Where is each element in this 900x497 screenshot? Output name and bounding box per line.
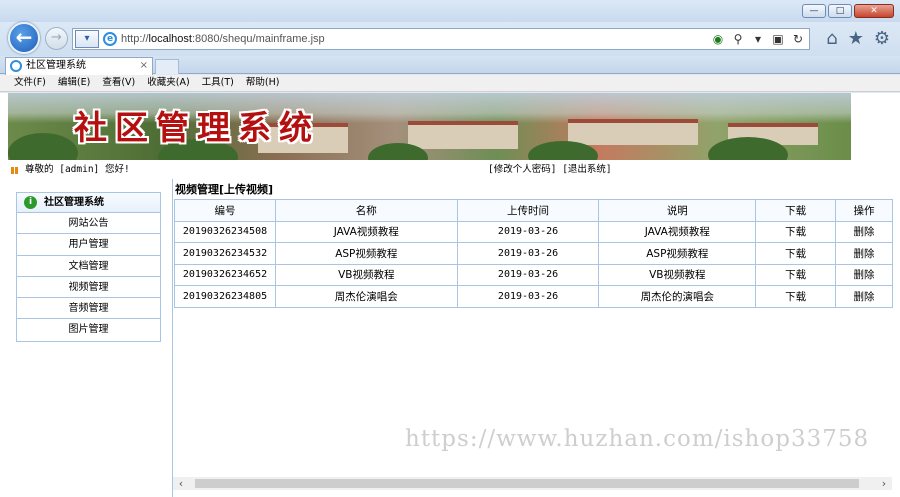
- user-info-bar: 尊敬的 [admin] 您好! [修改个人密码] [退出系统]: [8, 163, 851, 177]
- cell-id: 20190326234652: [174, 263, 276, 286]
- cell-description: JAVA视频教程: [598, 220, 757, 243]
- col-header-name: 名称: [274, 199, 458, 222]
- table-row: 20190326234805 周杰伦演唱会 2019-03-26 周杰伦的演唱会…: [174, 285, 893, 308]
- back-button[interactable]: ←: [8, 22, 40, 54]
- tab-close-icon[interactable]: ×: [140, 58, 148, 74]
- change-password-link[interactable]: [修改个人密码]: [488, 164, 556, 175]
- menu-view[interactable]: 查看(V): [102, 75, 135, 91]
- menu-favorites[interactable]: 收藏夹(A): [147, 75, 189, 91]
- logout-link[interactable]: [退出系统]: [562, 164, 611, 175]
- cell-upload-time: 2019-03-26: [456, 285, 600, 308]
- close-window-button[interactable]: ✕: [854, 4, 894, 18]
- cell-name: 周杰伦演唱会: [274, 285, 458, 308]
- page-title: 视频管理[上传视频]: [175, 183, 274, 196]
- scroll-right-icon[interactable]: ›: [876, 477, 892, 490]
- cell-name: VB视频教程: [274, 263, 458, 286]
- delete-link[interactable]: 删除: [835, 285, 893, 308]
- banner-building: [408, 121, 518, 149]
- sidebar-item-images[interactable]: 图片管理: [17, 319, 160, 340]
- cell-upload-time: 2019-03-26: [456, 242, 600, 265]
- sidebar-header: i 社区管理系统: [17, 193, 160, 213]
- banner-image: 社区管理系统: [8, 93, 851, 160]
- cell-name: ASP视频教程: [274, 242, 458, 265]
- welcome-text: 尊敬的 [admin] 您好!: [25, 164, 130, 175]
- window-controls: — □ ✕: [802, 4, 894, 18]
- banner-title: 社区管理系统: [74, 108, 320, 147]
- sidebar-header-label: 社区管理系统: [44, 197, 104, 208]
- cell-id: 20190326234805: [174, 285, 276, 308]
- menu-bar: 文件(F) 编辑(E) 查看(V) 收藏夹(A) 工具(T) 帮助(H): [0, 75, 900, 92]
- sidebar-item-videos[interactable]: 视频管理: [17, 277, 160, 299]
- cell-description: VB视频教程: [598, 263, 757, 286]
- account-links: [修改个人密码] [退出系统]: [488, 163, 612, 177]
- download-link[interactable]: 下载: [755, 220, 837, 243]
- table-row: 20190326234508 JAVA视频教程 2019-03-26 JAVA视…: [174, 220, 893, 243]
- cell-description: 周杰伦的演唱会: [598, 285, 757, 308]
- sidebar-item-documents[interactable]: 文档管理: [17, 256, 160, 277]
- page-content: 社区管理系统 尊敬的 [admin] 您好! [修改个人密码] [退出系统] i…: [0, 93, 900, 497]
- cell-id: 20190326234508: [174, 220, 276, 243]
- banner-building: [568, 119, 698, 145]
- menu-tools[interactable]: 工具(T): [202, 75, 234, 91]
- cell-description: ASP视频教程: [598, 242, 757, 265]
- bullet-icon: [11, 167, 18, 174]
- scroll-left-icon[interactable]: ‹: [173, 477, 189, 490]
- delete-link[interactable]: 删除: [835, 220, 893, 243]
- col-header-download: 下载: [755, 199, 837, 222]
- menu-file[interactable]: 文件(F): [14, 75, 46, 91]
- delete-link[interactable]: 删除: [835, 242, 893, 265]
- sidebar-item-announcements[interactable]: 网站公告: [17, 213, 160, 235]
- address-bar[interactable]: ▾ e http://localhost:8080/shequ/mainfram…: [72, 28, 810, 50]
- search-icon[interactable]: ⚲: [731, 31, 745, 47]
- col-header-upload-time: 上传时间: [456, 199, 600, 222]
- sidebar: i 社区管理系统 网站公告 用户管理 文档管理 视频管理 音频管理 图片管理: [16, 192, 161, 342]
- navigation-bar: ← → ▾ e http://localhost:8080/shequ/main…: [0, 22, 900, 56]
- delete-link[interactable]: 删除: [835, 263, 893, 286]
- col-header-id: 编号: [174, 199, 276, 222]
- scrollbar-thumb[interactable]: [195, 479, 859, 488]
- tab-bar: 社区管理系统 ×: [0, 56, 900, 75]
- col-header-description: 说明: [598, 199, 757, 222]
- refresh-icon[interactable]: ↻: [791, 31, 805, 47]
- download-link[interactable]: 下载: [755, 285, 837, 308]
- forward-button[interactable]: →: [45, 27, 68, 50]
- info-icon: i: [24, 196, 37, 209]
- home-icon[interactable]: ⌂: [826, 28, 837, 49]
- tab-title: 社区管理系统: [26, 60, 86, 71]
- address-bar-actions: ◉ ⚲ ▾ ▣ ↻: [711, 31, 805, 47]
- ie-page-icon: e: [103, 32, 117, 46]
- url-text[interactable]: http://localhost:8080/shequ/mainframe.js…: [121, 33, 325, 45]
- cell-upload-time: 2019-03-26: [456, 220, 600, 243]
- menu-help[interactable]: 帮助(H): [246, 75, 280, 91]
- cell-upload-time: 2019-03-26: [456, 263, 600, 286]
- browser-tools: ⌂ ★ ⚙: [826, 28, 890, 49]
- tab-current[interactable]: 社区管理系统 ×: [5, 57, 153, 75]
- compat-view-icon[interactable]: ◉: [711, 31, 725, 47]
- gear-icon[interactable]: ⚙: [874, 28, 890, 49]
- menu-edit[interactable]: 编辑(E): [58, 75, 90, 91]
- table-header-row: 编号 名称 上传时间 说明 下载 操作: [174, 199, 893, 222]
- cell-name: JAVA视频教程: [274, 220, 458, 243]
- sidebar-item-audio[interactable]: 音频管理: [17, 298, 160, 320]
- video-table: 编号 名称 上传时间 说明 下载 操作 20190326234508 JAVA视…: [174, 199, 893, 308]
- sidebar-item-users[interactable]: 用户管理: [17, 234, 160, 256]
- horizontal-scrollbar[interactable]: ‹ ›: [173, 477, 892, 490]
- ie-tab-icon: [10, 60, 22, 72]
- star-icon[interactable]: ★: [848, 28, 864, 49]
- table-row: 20190326234532 ASP视频教程 2019-03-26 ASP视频教…: [174, 242, 893, 265]
- rss-icon[interactable]: ▣: [771, 31, 785, 47]
- table-row: 20190326234652 VB视频教程 2019-03-26 VB视频教程 …: [174, 263, 893, 286]
- new-tab-button[interactable]: [155, 59, 179, 74]
- minimize-button[interactable]: —: [802, 4, 826, 18]
- dropdown-icon[interactable]: ▾: [751, 31, 765, 47]
- maximize-button[interactable]: □: [828, 4, 852, 18]
- shield-icon[interactable]: ▾: [75, 30, 99, 48]
- watermark: https://www.huzhan.com/ishop33758: [405, 426, 870, 452]
- window-titlebar: — □ ✕: [0, 0, 900, 22]
- cell-id: 20190326234532: [174, 242, 276, 265]
- col-header-action: 操作: [835, 199, 893, 222]
- download-link[interactable]: 下载: [755, 242, 837, 265]
- banner-tree: [8, 133, 78, 160]
- download-link[interactable]: 下载: [755, 263, 837, 286]
